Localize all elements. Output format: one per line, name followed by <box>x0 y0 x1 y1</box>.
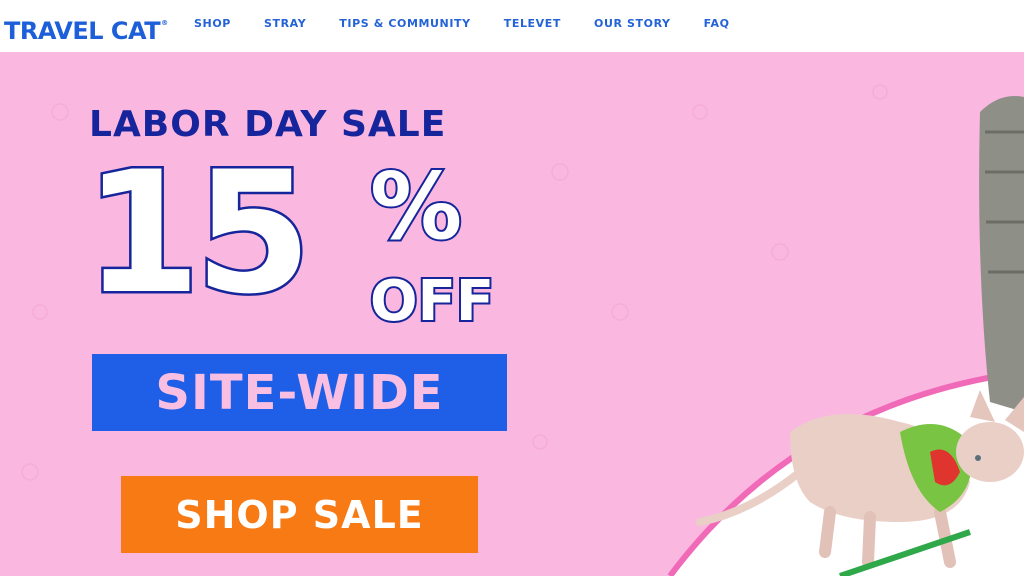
registered-mark: ® <box>161 19 168 27</box>
travel-cat-logo[interactable]: TRAVEL CAT® <box>4 8 168 46</box>
hairless-cat-with-backpack-image <box>667 96 1024 576</box>
main-nav: SHOP STRAY TIPS & COMMUNITY TELEVET OUR … <box>194 17 730 30</box>
shop-sale-button[interactable]: SHOP SALE <box>121 476 478 553</box>
discount-number: 15 <box>82 135 315 331</box>
sitewide-text: SITE-WIDE <box>155 364 444 421</box>
logo-text: TRAVEL CAT <box>4 17 161 45</box>
site-header: TRAVEL CAT® SHOP STRAY TIPS & COMMUNITY … <box>0 0 1024 52</box>
off-text: OFF <box>368 269 496 334</box>
nav-tips-community[interactable]: TIPS & COMMUNITY <box>339 17 470 30</box>
sitewide-banner: SITE-WIDE <box>92 354 507 431</box>
shop-sale-label: SHOP SALE <box>175 492 424 537</box>
nav-faq[interactable]: FAQ <box>704 17 730 30</box>
nav-shop[interactable]: SHOP <box>194 17 231 30</box>
nav-televet[interactable]: TELEVET <box>504 17 561 30</box>
nav-our-story[interactable]: OUR STORY <box>594 17 671 30</box>
hero-banner: LABOR DAY SALE 15 % OFF SITE-WIDE SHOP S… <box>0 52 1024 576</box>
percent-sign: % <box>368 153 464 260</box>
nav-stray[interactable]: STRAY <box>264 17 306 30</box>
